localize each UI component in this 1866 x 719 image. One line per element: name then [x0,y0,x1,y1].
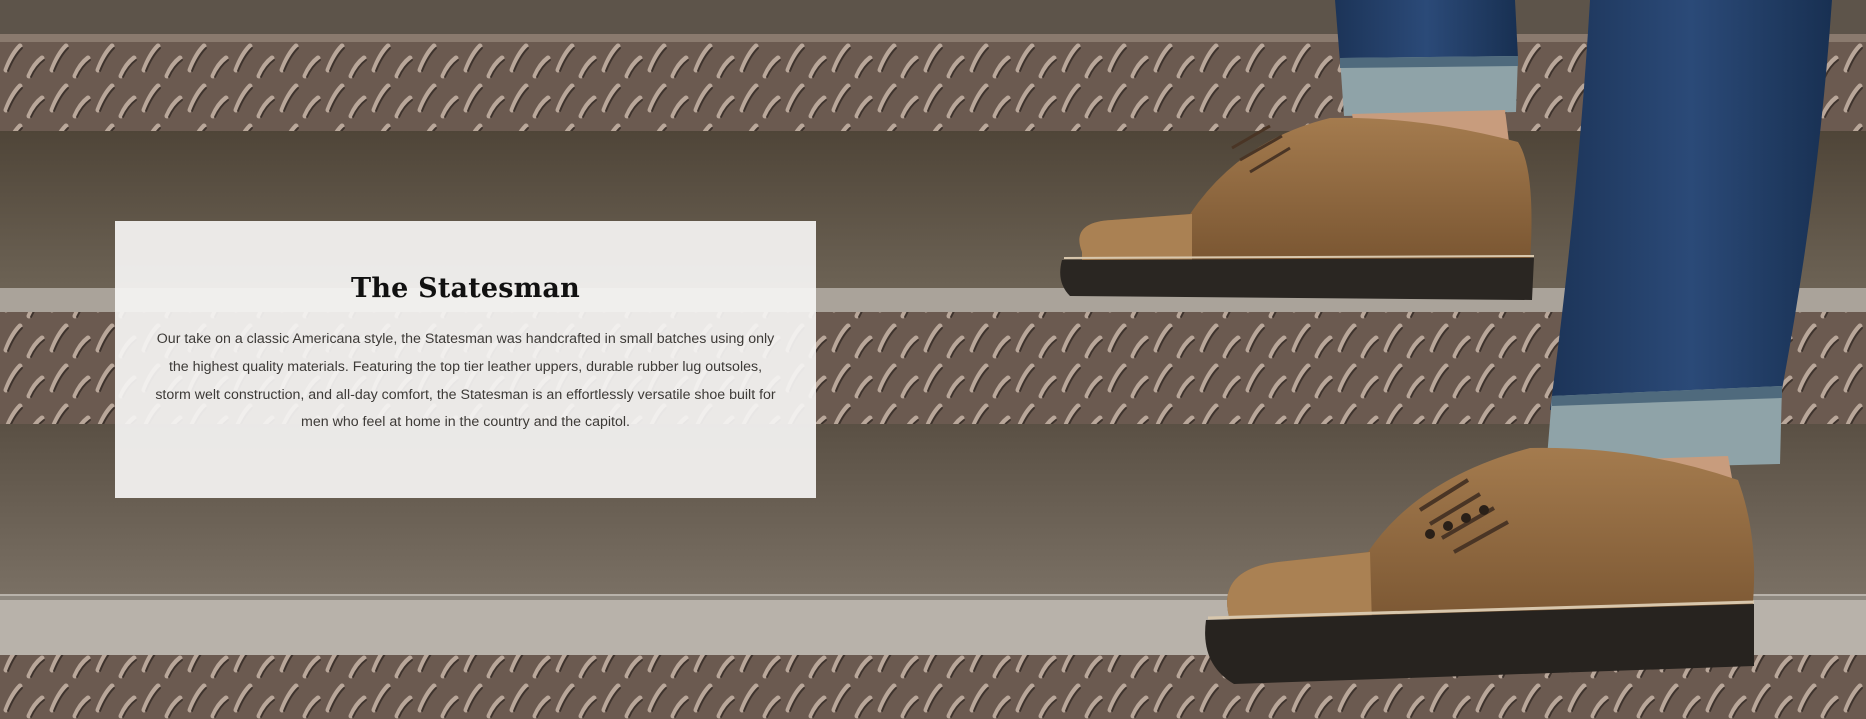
hero-banner: The Statesman Our take on a classic Amer… [0,0,1866,719]
product-description: Our take on a classic Americana style, t… [155,331,776,431]
product-info-card: The Statesman Our take on a classic Amer… [115,221,816,498]
product-title: The Statesman [351,273,580,304]
